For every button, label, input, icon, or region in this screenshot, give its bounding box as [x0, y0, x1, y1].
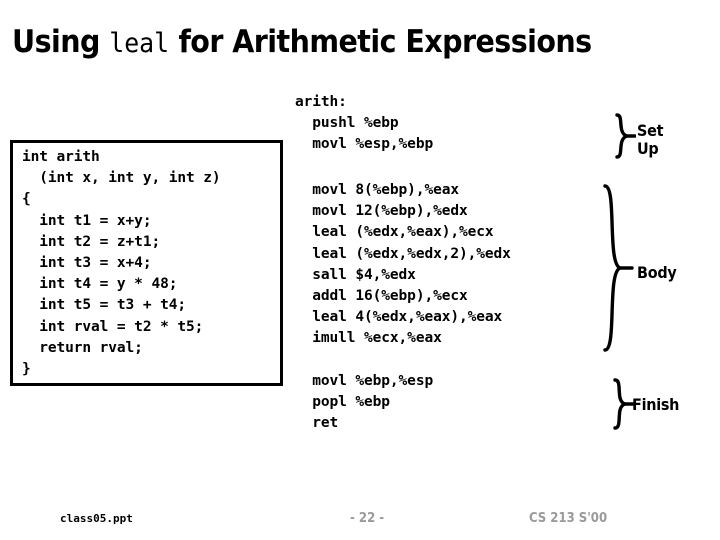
slide-canvas: Using leal for Arithmetic Expressions in…: [0, 0, 720, 540]
footer-page-number: - 22 -: [350, 511, 385, 526]
page-title: Using leal for Arithmetic Expressions: [12, 22, 656, 64]
assembly-body-code: movl 8(%ebp),%eax movl 12(%ebp),%edx lea…: [312, 182, 511, 347]
assembly-setup-code: arith: pushl %ebp movl %esp,%ebp: [295, 94, 434, 153]
curly-brace-setup-icon: [614, 113, 636, 159]
footer-course-label: CS 213 S'00: [529, 511, 608, 526]
annotation-label-body: Body: [637, 263, 677, 282]
c-code-box: int arith (int x, int y, int z) { int t1…: [10, 140, 283, 386]
curly-brace-finish-icon: [612, 378, 634, 430]
page-title-suffix: for Arithmetic Expressions: [169, 24, 592, 60]
annotation-label-finish: Finish: [632, 395, 680, 414]
curly-brace-body-icon: [600, 183, 636, 353]
page-title-prefix: Using: [12, 24, 110, 60]
footer-filename: class05.ppt: [60, 512, 133, 525]
page-title-instruction: leal: [109, 28, 170, 59]
annotation-label-setup: Set Up: [637, 121, 664, 158]
c-code-text: int arith (int x, int y, int z) { int t1…: [22, 149, 221, 378]
assembly-finish-code: movl %ebp,%esp popl %ebp ret: [312, 373, 434, 432]
